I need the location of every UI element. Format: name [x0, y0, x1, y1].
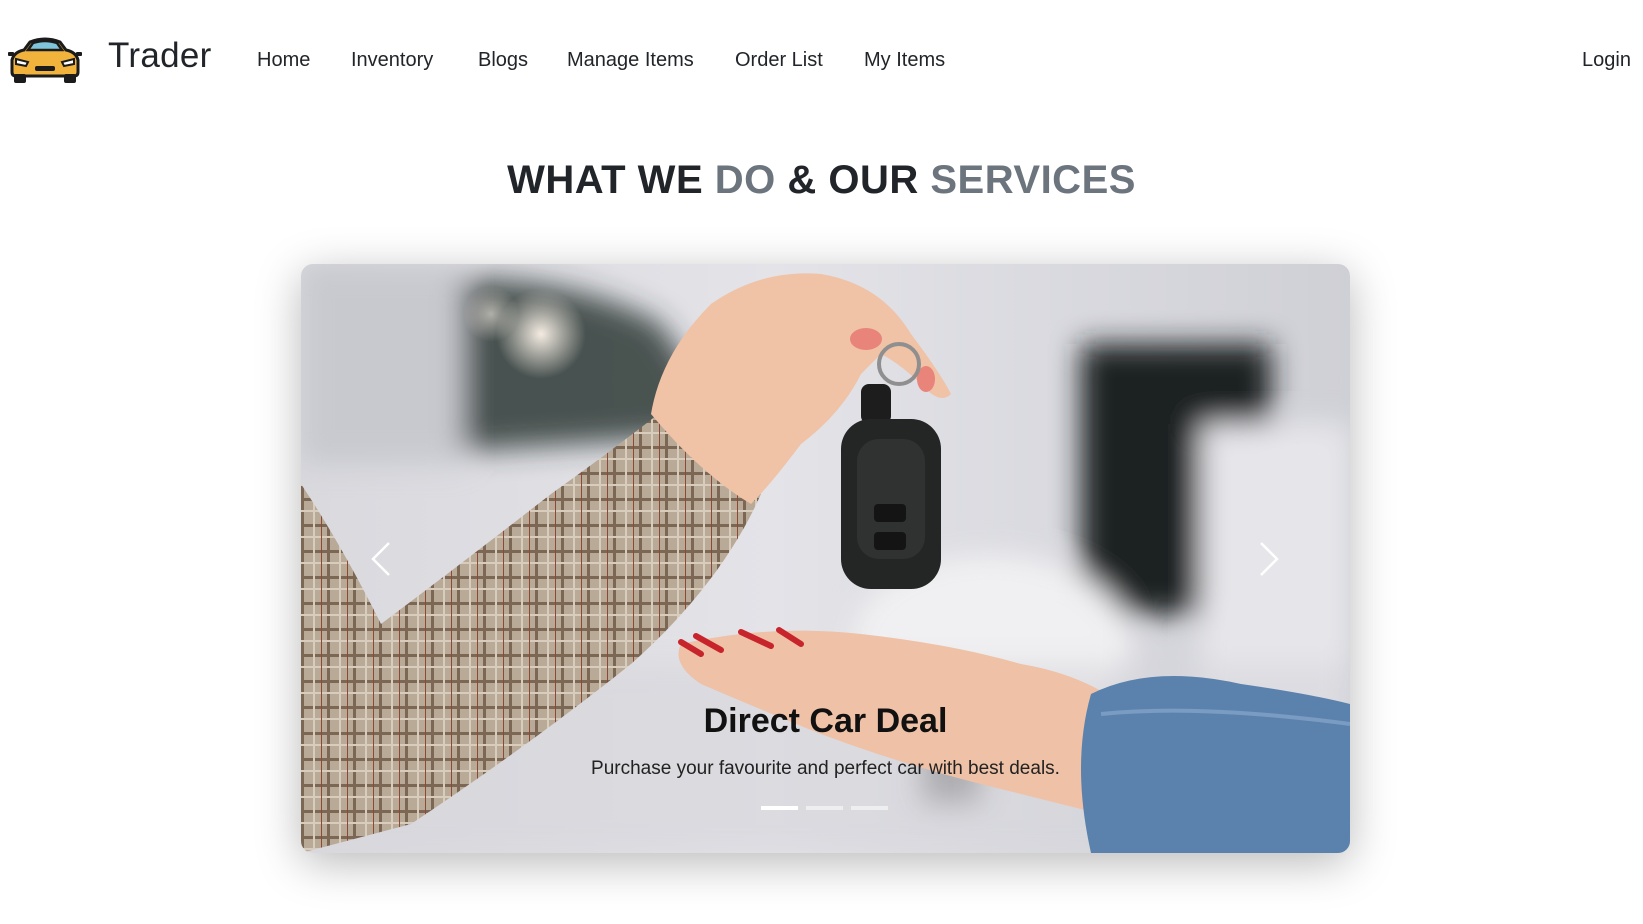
nav-login[interactable]: Login: [1582, 49, 1631, 72]
sports-car-icon[interactable]: [8, 34, 82, 84]
title-part-our: & OUR: [775, 158, 931, 202]
nav-manage-items[interactable]: Manage Items: [567, 49, 694, 72]
chevron-right-icon: [1260, 542, 1279, 576]
carousel-next-button[interactable]: [1249, 529, 1289, 589]
nav-blogs[interactable]: Blogs: [478, 49, 528, 72]
carousel-indicators: [761, 806, 888, 812]
carousel-indicator-3[interactable]: [851, 806, 888, 810]
title-part-services: SERVICES: [930, 158, 1136, 202]
nav-inventory[interactable]: Inventory: [351, 49, 433, 72]
carousel-indicator-1[interactable]: [761, 806, 798, 810]
carousel-prev-button[interactable]: [361, 529, 401, 589]
slide-title: Direct Car Deal: [703, 702, 948, 740]
services-carousel: Direct Car Deal Purchase your favourite …: [301, 264, 1350, 853]
section-title: WHAT WE DO & OUR SERVICES: [0, 158, 1643, 203]
slide-text: Purchase your favourite and perfect car …: [591, 758, 1060, 779]
nav-my-items[interactable]: My Items: [864, 49, 945, 72]
title-part-what-we: WHAT WE: [507, 158, 715, 202]
navbar: Trader Home Inventory Blogs Manage Items…: [0, 0, 1643, 118]
brand-name[interactable]: Trader: [108, 36, 212, 76]
title-part-do: DO: [714, 158, 776, 202]
carousel-indicator-2[interactable]: [806, 806, 843, 810]
nav-order-list[interactable]: Order List: [735, 49, 823, 72]
chevron-left-icon: [371, 542, 390, 576]
nav-home[interactable]: Home: [257, 49, 310, 72]
